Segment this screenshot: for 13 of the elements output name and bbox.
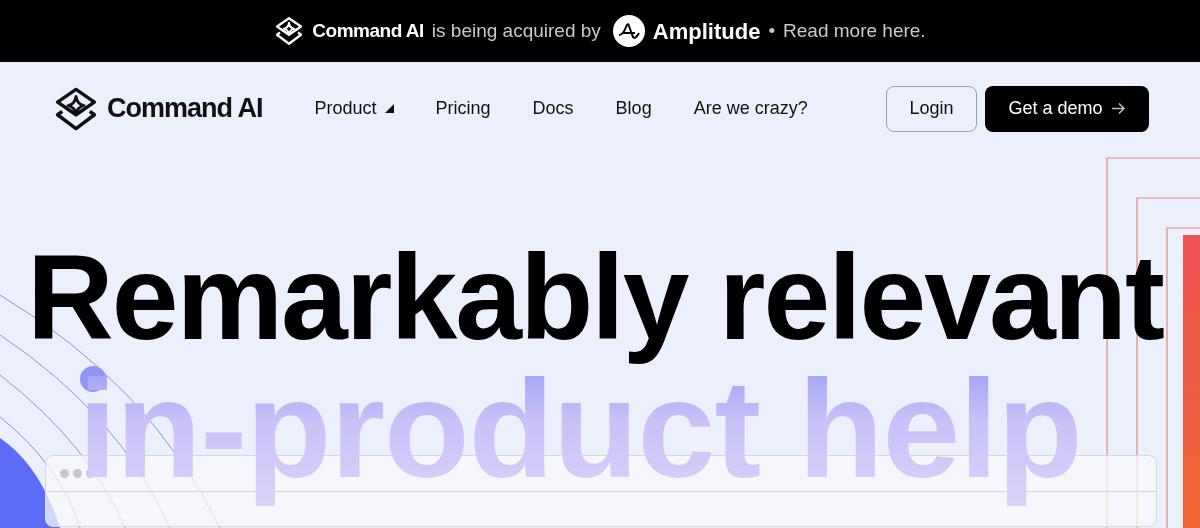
separator-dot: • — [768, 18, 776, 43]
nav-link[interactable]: Docs — [532, 95, 574, 122]
announcement-text: is being acquired by — [431, 18, 601, 43]
demo-button[interactable]: Get a demo — [985, 85, 1149, 132]
nav-link[interactable]: Blog — [615, 95, 652, 122]
brand-name[interactable]: Command AI — [107, 88, 263, 129]
nav-link[interactable]: Pricing — [435, 95, 491, 122]
brand-name: Command AI — [312, 18, 424, 43]
read-more-link[interactable]: Read more here. — [783, 16, 926, 46]
login-button[interactable]: Login — [886, 85, 977, 132]
nav-link[interactable]: Are we crazy? — [693, 95, 808, 122]
product-menu[interactable]: Product — [314, 95, 394, 122]
partner-name: Amplitude — [652, 17, 761, 46]
